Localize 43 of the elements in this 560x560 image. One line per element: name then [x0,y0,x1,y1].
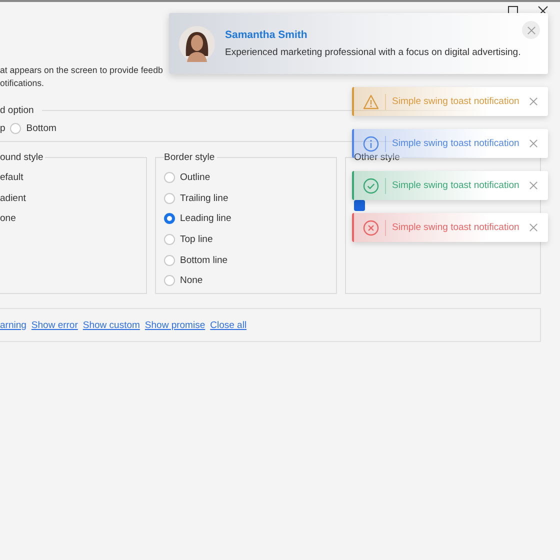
toast-message: Simple swing toast notification [392,96,520,107]
radio-button[interactable] [164,234,175,245]
avatar [179,26,215,62]
checkbox[interactable] [354,200,365,211]
radio-label: None [180,275,203,286]
x-circle-icon [363,220,379,236]
section-label: d option [0,105,34,116]
radio-button[interactable] [164,172,175,183]
radio-button[interactable] [164,213,175,224]
link[interactable]: Show error [31,320,78,330]
radio-label: Outline [180,172,210,183]
link[interactable]: Show custom [82,320,140,330]
info-icon [363,136,379,152]
description-text: at appears on the screen to provide feedb [0,64,163,77]
description-text: otifications. [0,77,44,90]
radio-button[interactable] [164,254,175,266]
close-button[interactable] [522,21,540,39]
group-title: ound style [0,152,44,163]
toast-title: Samantha Smith [225,29,308,41]
radio-label: one [0,213,16,224]
toast-message: Simple swing toast notification [392,138,520,149]
radio-label: Bottom [26,122,56,134]
link[interactable]: arning [0,320,26,330]
warning-icon [363,94,379,110]
group-title: Other style [354,152,401,163]
toast-message: Simple swing toast notification [392,180,520,191]
close-icon [526,26,536,34]
toast-message: Experienced marketing professional with a focus on digital advertising. [225,47,521,58]
radio-label: Trailing line [180,192,228,204]
radio-label: adient [0,192,26,204]
link[interactable]: Close all [210,320,247,330]
group-title: Border style [164,152,216,163]
radio-button[interactable] [10,122,22,134]
radio-label: Top line [180,234,213,245]
toast-message: Simple swing toast notification [392,222,520,233]
radio-label: Leading line [180,213,232,224]
link[interactable]: Show promise [144,320,206,330]
check-circle-icon [363,178,379,194]
radio-label: Bottom line [180,254,228,266]
radio-label: efault [0,172,24,183]
radio-label: p [0,122,6,134]
radio-button[interactable] [164,192,175,204]
radio-button[interactable] [164,275,175,286]
